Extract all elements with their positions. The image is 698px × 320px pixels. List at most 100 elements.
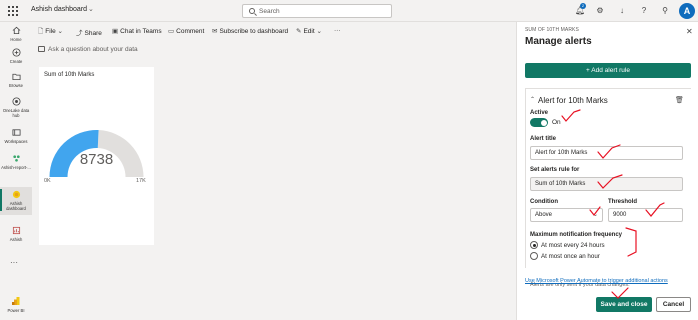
gauge-min-label: 0K [44,178,51,184]
qa-icon [38,46,45,52]
nav-ashish-report-label: Ashish-report-... [1,165,31,170]
nav-onelake[interactable]: OneLake data hub [0,97,32,118]
active-toggle[interactable] [530,118,548,127]
file-label: File [45,28,56,35]
frequency-option-24h: At most every 24 hours [541,242,605,249]
save-and-close-button[interactable]: Save and close [596,297,652,312]
app-launcher-icon[interactable] [8,6,18,16]
folder-icon [11,73,21,81]
gauge-value: 8738 [79,151,114,168]
gear-icon[interactable]: ⚙ [595,6,605,16]
chat-in-teams-button[interactable]: ▣ Chat in Teams [112,27,162,35]
active-toggle-text: On [552,119,561,126]
nav-ashish-dashboard-label: Ashish dashboard [6,201,26,211]
close-icon[interactable]: ✕ [686,27,693,36]
left-nav-rail: Home Create Browse OneLake data hub Work… [0,22,32,320]
help-icon[interactable]: ? [639,6,649,16]
search-input[interactable]: Search [242,4,392,18]
search-placeholder: Search [259,8,280,15]
home-icon [12,26,20,35]
gauge-max-label: 17K [136,178,146,184]
qa-placeholder: Ask a question about your data [48,46,138,53]
alert-rule-card: ⌃ Alert for 10th Marks 🗑︎ Active On Aler… [525,88,691,288]
comment-icon: ▭ [168,28,175,35]
edit-label: Edit [303,28,315,35]
subscribe-label: Subscribe to dashboard [219,28,289,35]
share-label: Share [84,30,102,37]
condition-value: Above [535,212,553,218]
condition-select[interactable]: Above ⌄ [530,208,603,222]
file-icon: 🗋 [38,28,44,35]
gauge-tile[interactable]: Sum of 10th Marks 8738 0K 17K [39,67,154,245]
delete-icon[interactable]: 🗑︎ [675,96,684,104]
nav-create-label: Create [9,59,23,64]
qa-input[interactable]: Ask a question about your data [38,46,138,53]
frequency-radio-24h[interactable] [530,241,538,249]
create-icon [11,48,21,57]
teams-icon: ▣ [112,28,119,35]
cancel-button[interactable]: Cancel [656,297,691,312]
frequency-radio-hour[interactable] [530,252,538,260]
share-icon: ⤴ [76,30,83,37]
nav-onelake-label: OneLake data hub [2,108,30,118]
avatar[interactable]: A [679,3,695,19]
frequency-label: Maximum notification frequency [530,232,623,238]
nav-browse[interactable]: Browse [0,72,32,88]
mail-icon: ✉ [212,28,218,35]
set-rule-field: Sum of 10th Marks [530,177,683,191]
dataset-icon [12,226,20,235]
pencil-icon: ✎ [296,28,302,35]
condition-label: Condition [530,199,558,205]
search-icon [249,8,255,14]
threshold-input[interactable]: 9000 [608,208,683,222]
nav-create[interactable]: Create [0,48,32,64]
nav-ashish-label: Ashish [9,237,23,242]
nav-ashish-dashboard[interactable]: Ashish dashboard [0,187,32,215]
more-icon[interactable]: ··· [10,258,18,267]
chevron-down-icon[interactable]: ⌄ [88,5,94,13]
dashboard-canvas: 🗋 File ⌄ ⤴ Share ▣ Chat in Teams ▭ Comment ✉… [32,22,516,320]
notification-badge: 2 [580,3,586,9]
comment-button[interactable]: ▭ Comment [168,27,204,35]
set-rule-label: Set alerts rule for [530,167,580,173]
app-title[interactable]: Ashish dashboard [31,6,87,13]
active-label: Active [530,110,549,116]
workspaces-icon [11,129,21,136]
dashboard-icon [12,190,20,199]
alert-rule-name: Alert for 10th Marks [538,96,608,105]
frequency-option-hour: At most once an hour [541,253,600,260]
nav-workspaces-label: Workspaces [4,139,28,144]
chevron-up-icon[interactable]: ⌃ [530,96,535,103]
chevron-down-icon: ⌄ [592,212,598,218]
power-automate-link[interactable]: Use Microsoft Power Automate to trigger … [525,278,668,284]
nav-home-label: Home [10,37,22,42]
panel-subtitle: SUM OF 10TH MARKS [525,27,579,33]
share-people-icon[interactable]: ⚲ [660,6,670,16]
onelake-icon [11,97,21,106]
power-bi-label: Power BI [7,308,25,313]
panel-title: Manage alerts [525,36,592,47]
report-icon [12,155,20,162]
chevron-down-icon: ⌄ [57,28,63,35]
file-menu[interactable]: 🗋 File ⌄ [38,27,65,38]
nav-ashish[interactable]: Ashish [0,226,32,242]
nav-ashish-report[interactable]: Ashish-report-... [0,154,32,170]
nav-browse-label: Browse [9,83,23,88]
toolbar-more-button[interactable]: ··· [334,27,341,34]
power-bi-logo-icon [12,297,20,305]
dashboard-toolbar: 🗋 File ⌄ ⤴ Share ▣ Chat in Teams ▭ Comment ✉… [32,22,516,40]
add-alert-rule-button[interactable]: + Add alert rule [525,63,691,78]
edit-menu[interactable]: ✎ Edit ⌄ [296,27,324,35]
alert-title-field[interactable]: Alert for 10th Marks [530,146,683,160]
manage-alerts-panel: ✕ SUM OF 10TH MARKS Manage alerts + Add … [516,22,698,320]
alert-title-label: Alert title [530,136,557,142]
share-button[interactable]: ⤴ Share [76,27,102,37]
subscribe-button[interactable]: ✉ Subscribe to dashboard [212,27,288,35]
power-bi-switcher[interactable]: Power BI [0,296,32,313]
nav-workspaces[interactable]: Workspaces [0,128,32,144]
threshold-label: Threshold [608,199,638,205]
comment-label: Comment [176,28,205,35]
nav-home[interactable]: Home [0,26,32,42]
chat-label: Chat in Teams [120,28,162,35]
download-icon[interactable]: ↓ [617,6,627,16]
